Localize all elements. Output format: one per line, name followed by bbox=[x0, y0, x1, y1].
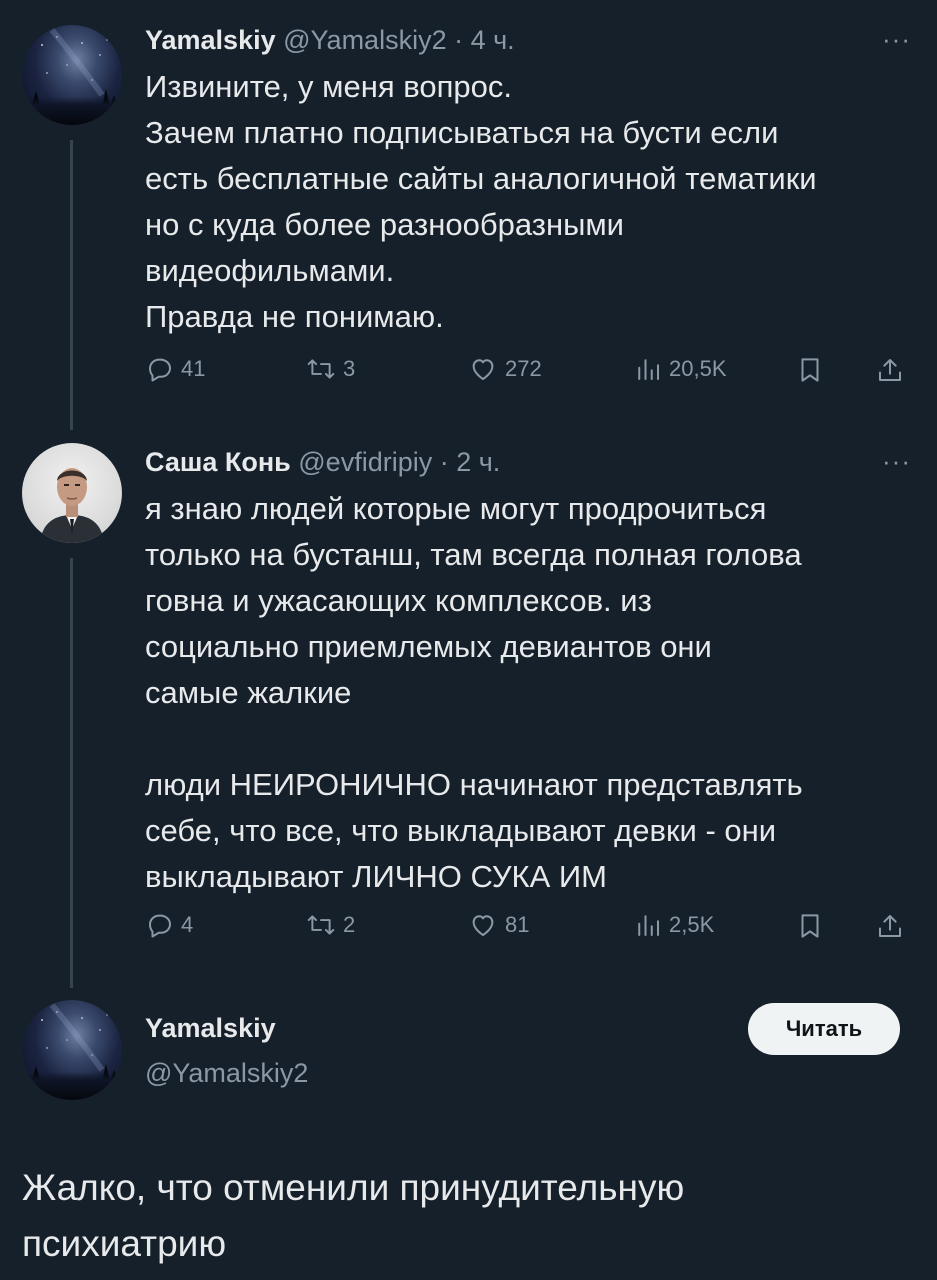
tweet-line: самые жалкие bbox=[145, 675, 352, 710]
thread-line bbox=[70, 558, 73, 988]
tweet-text: Жалко, что отменили принудительную психи… bbox=[22, 1160, 912, 1272]
like-count: 81 bbox=[505, 912, 530, 937]
night-sky-image bbox=[32, 1003, 118, 1082]
tweet-line: есть бесплатные сайты аналогичной темати… bbox=[145, 161, 817, 196]
tweet-text: я знаю людей которые могут продрочиться … bbox=[145, 486, 920, 900]
retweet-button[interactable]: 3 bbox=[305, 354, 355, 384]
follow-button[interactable]: Читать bbox=[748, 1003, 900, 1055]
night-sky-image bbox=[32, 28, 118, 107]
share-icon bbox=[879, 915, 901, 937]
bookmark-button[interactable] bbox=[795, 354, 825, 386]
avatar-sasha-kon[interactable] bbox=[22, 443, 122, 543]
more-icon[interactable]: ··· bbox=[882, 24, 911, 55]
tweet-line: Зачем платно подписываться на бусти если bbox=[145, 115, 779, 150]
views-icon bbox=[638, 359, 659, 380]
tweet-line: но с куда более разнообразными bbox=[145, 207, 624, 242]
share-button[interactable] bbox=[875, 910, 905, 942]
tweet-line: себе, что все, что выкладывают девки - о… bbox=[145, 813, 777, 848]
bookmark-icon bbox=[801, 358, 819, 382]
like-count: 272 bbox=[505, 356, 542, 381]
views-icon bbox=[638, 915, 659, 936]
like-button[interactable]: 272 bbox=[467, 354, 542, 384]
tweet-line bbox=[145, 716, 920, 762]
reply-icon bbox=[149, 358, 171, 382]
views-count: 2,5K bbox=[669, 912, 715, 937]
views-button[interactable]: 2,5K bbox=[633, 910, 714, 940]
author-name[interactable]: Саша Конь bbox=[145, 447, 291, 477]
tweet-line: только на бустанш, там всегда полная гол… bbox=[145, 537, 802, 572]
tweet-actions: 4 2 81 2,5K bbox=[145, 910, 915, 950]
retweet-count: 2 bbox=[343, 912, 356, 937]
author-name-text: Yamalskiy bbox=[145, 1013, 276, 1043]
share-button[interactable] bbox=[875, 354, 905, 386]
bookmark-icon bbox=[801, 914, 819, 938]
tweet-line: я знаю людей которые могут продрочиться bbox=[145, 491, 767, 526]
like-icon bbox=[472, 359, 494, 380]
tweet-line: видеофильмами. bbox=[145, 253, 395, 288]
tweet-header: Саша Конь @evfidripiy · 2 ч. bbox=[145, 447, 500, 478]
reply-count: 4 bbox=[181, 912, 194, 937]
reply-icon bbox=[149, 914, 171, 938]
more-icon[interactable]: ··· bbox=[882, 446, 911, 477]
tweet-line: Жалко, что отменили принудительную bbox=[22, 1167, 685, 1208]
tweet-line: выкладывают ЛИЧНО СУКА ИМ bbox=[145, 859, 608, 894]
views-count: 20,5K bbox=[669, 356, 727, 381]
views-button[interactable]: 20,5K bbox=[633, 354, 727, 384]
author-name[interactable]: Yamalskiy bbox=[145, 1013, 276, 1044]
author-handle-time[interactable]: @Yamalskiy2 · 4 ч. bbox=[283, 25, 515, 55]
retweet-icon bbox=[307, 915, 335, 935]
avatar-yamalskiy[interactable] bbox=[22, 1000, 122, 1100]
bookmark-button[interactable] bbox=[795, 910, 825, 942]
reply-count: 41 bbox=[181, 356, 206, 381]
author-handle[interactable]: @Yamalskiy2 bbox=[145, 1058, 308, 1089]
reply-button[interactable]: 41 bbox=[145, 354, 205, 384]
reply-button[interactable]: 4 bbox=[145, 910, 193, 940]
tweet-line: социально приемлемых девиантов они bbox=[145, 629, 712, 664]
author-handle-time[interactable]: @evfidripiy · 2 ч. bbox=[298, 447, 500, 477]
like-button[interactable]: 81 bbox=[467, 910, 529, 940]
tweet-text: Извините, у меня вопрос. Зачем платно по… bbox=[145, 64, 920, 340]
thread-line bbox=[70, 140, 73, 430]
person-photo bbox=[40, 468, 104, 543]
author-name[interactable]: Yamalskiy bbox=[145, 25, 276, 55]
retweet-count: 3 bbox=[343, 356, 356, 381]
tweet-line: Правда не понимаю. bbox=[145, 299, 444, 334]
tweet-line: люди НЕИРОНИЧНО начинают представлять bbox=[145, 767, 803, 802]
like-icon bbox=[472, 915, 494, 936]
tweet-line: говна и ужасающих комплексов. из bbox=[145, 583, 652, 618]
retweet-icon bbox=[307, 359, 335, 379]
tweet-actions: 41 3 272 20,5K bbox=[145, 354, 915, 394]
tweet-line: психиатрию bbox=[22, 1223, 227, 1264]
retweet-button[interactable]: 2 bbox=[305, 910, 355, 940]
tweet-header: Yamalskiy @Yamalskiy2 · 4 ч. bbox=[145, 25, 515, 56]
tweet-line: Извините, у меня вопрос. bbox=[145, 69, 512, 104]
avatar-yamalskiy[interactable] bbox=[22, 25, 122, 125]
share-icon bbox=[879, 359, 901, 381]
